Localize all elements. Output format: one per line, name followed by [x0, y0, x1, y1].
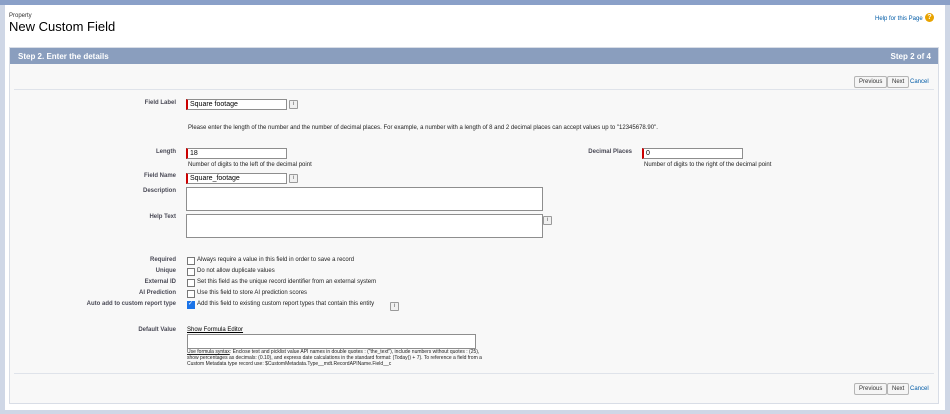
auto-add-info-icon[interactable]: i: [390, 302, 399, 311]
step-count: Step 2 of 4: [890, 52, 931, 61]
page-container: Property New Custom Field Help for this …: [5, 5, 945, 410]
required-text: Always require a value in this field in …: [197, 257, 355, 263]
length-input[interactable]: 18: [186, 148, 287, 159]
external-id-label: External ID: [144, 279, 176, 285]
field-name-info-icon[interactable]: i: [289, 174, 298, 183]
step-panel: Step 2. Enter the details Step 2 of 4 Pr…: [9, 47, 939, 404]
decimal-places-input[interactable]: 0: [642, 148, 743, 159]
help-link[interactable]: Help for this Page: [875, 16, 923, 22]
divider-bottom: [14, 373, 934, 374]
divider-top: [14, 89, 934, 90]
description-label: Description: [142, 188, 176, 194]
formula-syntax-text: : Enclose text and picklist value API na…: [187, 349, 482, 367]
step-header: Step 2. Enter the details Step 2 of 4: [10, 48, 938, 64]
field-label-label: Field Label: [144, 100, 176, 106]
next-button-top[interactable]: Next: [887, 76, 910, 88]
auto-add-text: Add this field to existing custom report…: [197, 301, 375, 307]
page-title: New Custom Field: [9, 19, 116, 34]
unique-text: Do not allow duplicate values: [197, 268, 275, 274]
help-text-info-icon[interactable]: i: [543, 216, 552, 225]
cancel-link-bottom[interactable]: Cancel: [910, 386, 929, 392]
ai-prediction-checkbox[interactable]: [187, 290, 195, 298]
field-label-input[interactable]: Square footage: [186, 99, 287, 110]
help-icon[interactable]: ?: [925, 13, 934, 22]
unique-label: Unique: [155, 268, 176, 274]
cancel-link-top[interactable]: Cancel: [910, 79, 929, 85]
field-label-info-icon[interactable]: i: [289, 100, 298, 109]
decimal-places-label: Decimal Places: [588, 149, 632, 155]
ai-prediction-label: AI Prediction: [138, 290, 176, 296]
formula-syntax-hint: Use formula syntax: Enclose text and pic…: [187, 349, 487, 367]
default-value-label: Default Value: [138, 327, 176, 333]
unique-checkbox[interactable]: [187, 268, 195, 276]
auto-add-label: Auto add to custom report type: [86, 301, 176, 307]
auto-add-checkbox[interactable]: [187, 300, 195, 309]
length-label: Length: [156, 149, 176, 155]
ai-prediction-text: Use this field to store AI prediction sc…: [197, 290, 308, 296]
description-textarea[interactable]: [186, 187, 543, 211]
intro-text: Please enter the length of the number an…: [188, 125, 658, 131]
previous-button-top[interactable]: Previous: [854, 76, 888, 88]
next-button-bottom[interactable]: Next: [887, 383, 910, 395]
help-text-label: Help Text: [149, 214, 176, 220]
required-checkbox[interactable]: [187, 257, 195, 265]
show-formula-editor-link[interactable]: Show Formula Editor: [187, 327, 243, 333]
help-text-textarea[interactable]: [186, 214, 543, 238]
external-id-text: Set this field as the unique record iden…: [197, 279, 377, 285]
required-label: Required: [149, 257, 176, 263]
step-title: Step 2. Enter the details: [18, 52, 109, 61]
field-name-label: Field Name: [143, 173, 176, 179]
field-name-input[interactable]: Square_footage: [186, 173, 287, 184]
external-id-checkbox[interactable]: [187, 279, 195, 287]
decimal-places-hint: Number of digits to the right of the dec…: [644, 162, 772, 168]
default-value-textarea[interactable]: [187, 334, 476, 349]
length-hint: Number of digits to the left of the deci…: [188, 162, 312, 168]
previous-button-bottom[interactable]: Previous: [854, 383, 888, 395]
